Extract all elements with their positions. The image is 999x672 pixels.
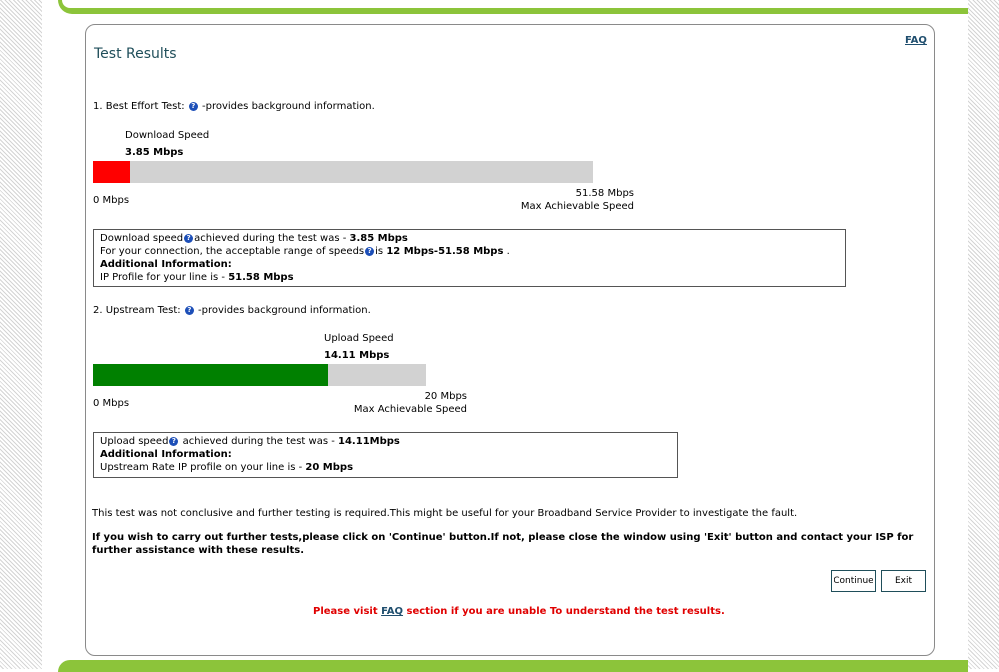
question-circle-icon[interactable]: ? [184,234,194,243]
question-circle-icon[interactable]: ? [184,306,194,315]
download-speed-value: 3.85 Mbps [125,147,184,158]
bottom-green-border [58,660,968,672]
download-info-box: Download speed? achieved during the test … [93,229,846,287]
upload-max-value: 20 Mbps [424,391,467,402]
upload-speed-bar [93,364,426,386]
exit-button[interactable]: Exit [881,570,926,592]
faq-link[interactable]: FAQ [905,35,927,46]
inconclusive-message: This test was not conclusive and further… [92,508,798,519]
download-min-label: 0 Mbps [93,195,130,206]
left-pattern-margin [0,0,42,669]
download-speed-bar [93,161,593,183]
upstream-heading: 2. Upstream Test: ? -provides background… [93,305,371,316]
page-title: Test Results [94,46,177,62]
results-panel [85,24,935,656]
download-max-value: 51.58 Mbps [575,188,634,199]
faq-notice: Please visit FAQ section if you are unab… [313,606,725,617]
upload-max-label: Max Achievable Speed [353,404,467,415]
upload-speed-bar-fill [93,364,328,386]
download-speed-label: Download Speed [125,130,210,141]
upload-min-label: 0 Mbps [93,398,130,409]
upload-info-box: Upload speed? achieved during the test w… [93,432,678,478]
upload-speed-label: Upload Speed [324,333,394,344]
download-max-label: Max Achievable Speed [520,201,634,212]
notice-faq-link[interactable]: FAQ [381,606,403,617]
right-pattern-margin [968,0,999,669]
best-effort-heading: 1. Best Effort Test: ? -provides backgro… [93,101,375,112]
upload-speed-value: 14.11 Mbps [324,350,390,361]
download-speed-bar-fill [93,161,131,183]
continue-button[interactable]: Continue [831,570,876,592]
question-circle-icon[interactable]: ? [365,247,375,256]
question-circle-icon[interactable]: ? [169,437,179,446]
instructions-message: If you wish to carry out further tests,p… [92,532,914,556]
question-circle-icon[interactable]: ? [188,102,198,111]
